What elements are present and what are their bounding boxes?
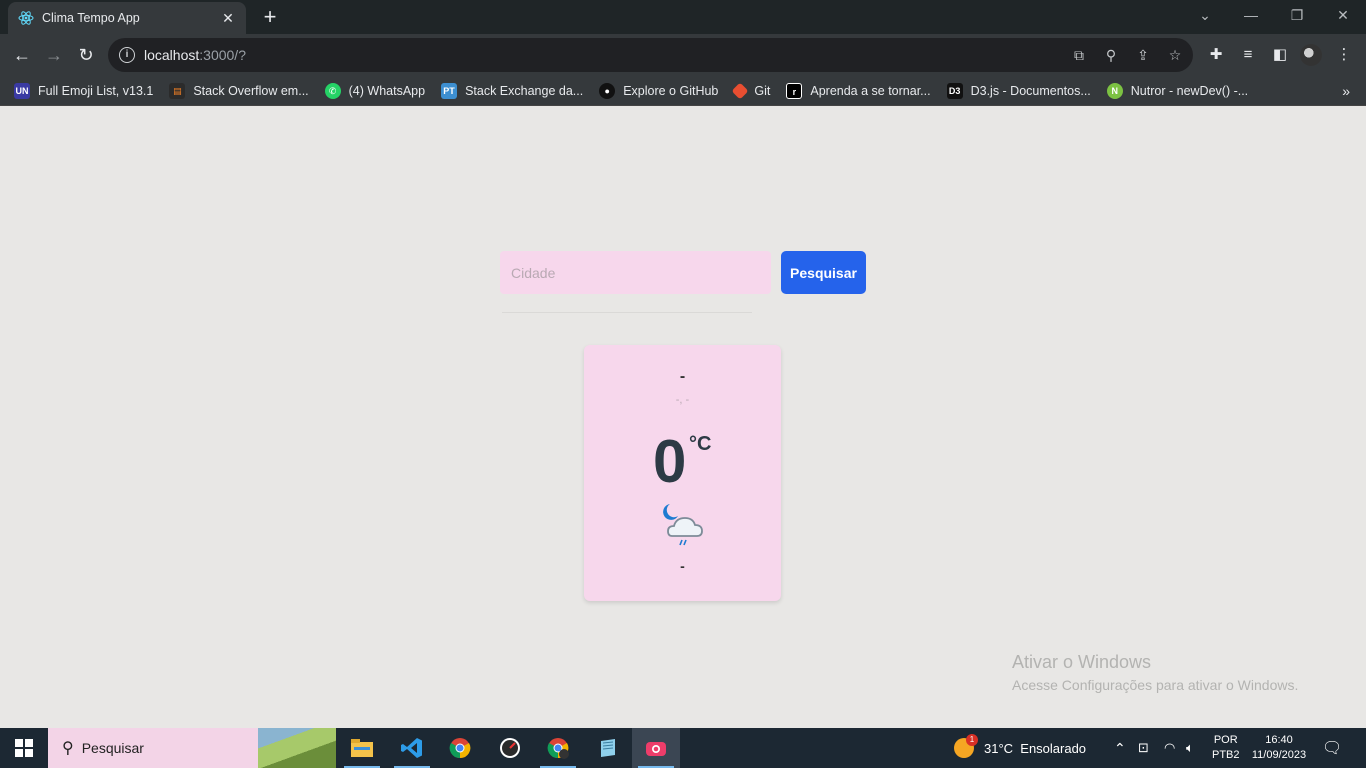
bookmark-item[interactable]: ✆ (4) WhatsApp: [324, 82, 425, 99]
weather-text: 31°C Ensolarado: [984, 740, 1087, 756]
network-monitor-icon[interactable]: ⊡: [1138, 728, 1149, 768]
react-icon: [18, 10, 34, 26]
tab-strip: Clima Tempo App ✕ + ⌄ — ❐ ✕: [0, 0, 1366, 34]
bookmarks-bar: UN Full Emoji List, v13.1 ▤ Stack Overflow…: [0, 76, 1366, 106]
back-icon[interactable]: ←: [10, 43, 34, 67]
temperature-value: 0: [653, 428, 687, 495]
tab-close-icon[interactable]: ✕: [220, 10, 236, 26]
weather-card: - -, - 0 °C -: [584, 345, 781, 601]
bookmark-item[interactable]: ▤ Stack Overflow em...: [169, 82, 309, 99]
windows-activation-title: Ativar o Windows: [1012, 652, 1152, 672]
clock-time: 16:40: [1265, 734, 1293, 746]
media-icon[interactable]: ≡: [1238, 45, 1258, 65]
notification-badge: 1: [966, 734, 978, 746]
taskbar-search-label: Pesquisar: [81, 740, 144, 756]
wifi-icon[interactable]: ◠: [1164, 728, 1175, 768]
weather-widget[interactable]: 1 31°C Ensolarado: [954, 728, 1086, 768]
tab-clima-tempo[interactable]: Clima Tempo App ✕: [8, 2, 246, 34]
tab-title: Clima Tempo App: [42, 11, 140, 25]
clock[interactable]: 16:40 11/09/2023: [1250, 728, 1308, 768]
bookmark-item[interactable]: Git: [731, 82, 770, 99]
search-highlight-illustration: [258, 728, 336, 768]
app-page: Pesquisar - -, - 0 °C - Ativar o Windows…: [0, 107, 1366, 728]
tab-search-icon[interactable]: ⌄: [1182, 0, 1228, 30]
reload-icon[interactable]: ↻: [74, 43, 98, 67]
bookmark-favicon-icon: UN: [14, 82, 30, 99]
sun-icon: 1: [954, 734, 978, 758]
temperature-unit: °C: [689, 433, 712, 455]
profile-avatar[interactable]: [1300, 44, 1322, 66]
menu-icon[interactable]: ⋮: [1334, 45, 1354, 65]
browser-toolbar: ← → ↻ i localhost:3000/? ⧉ ⚲ ⇪ ☆ ✚ ≡ ◧ ⋮: [0, 34, 1366, 76]
forward-icon[interactable]: →: [42, 43, 66, 67]
speedometer-app-icon[interactable]: [486, 728, 534, 768]
city-name: -: [679, 368, 686, 385]
bookmark-item[interactable]: PT Stack Exchange da...: [441, 82, 583, 99]
search-button[interactable]: Pesquisar: [781, 251, 866, 294]
site-info-icon[interactable]: i: [119, 47, 135, 63]
weather-description: -: [680, 558, 685, 574]
nutror-icon: N: [1106, 82, 1123, 99]
bookmark-item[interactable]: r Aprenda a se tornar...: [786, 82, 931, 99]
temperature-display: 0 °C: [584, 427, 781, 497]
extensions-icon[interactable]: ✚: [1206, 45, 1226, 65]
address-bar[interactable]: i localhost:3000/? ⧉ ⚲ ⇪ ☆: [108, 38, 1193, 72]
restore-button[interactable]: ❐: [1274, 0, 1320, 30]
github-icon: ●: [599, 82, 616, 99]
close-window-button[interactable]: ✕: [1320, 0, 1366, 30]
git-icon: [731, 82, 749, 99]
camera-app-icon[interactable]: [632, 728, 680, 768]
new-tab-button[interactable]: +: [258, 5, 282, 29]
more-bookmarks-icon[interactable]: »: [1342, 83, 1350, 99]
bookmark-star-icon[interactable]: ☆: [1166, 46, 1184, 64]
chrome-icon[interactable]: [436, 728, 484, 768]
notes-app-icon[interactable]: [584, 728, 632, 768]
side-panel-icon[interactable]: ◧: [1270, 45, 1290, 65]
whatsapp-icon: ✆: [324, 82, 341, 99]
notifications-icon[interactable]: 🗨︎: [1322, 728, 1342, 768]
bookmark-item[interactable]: D3 D3.js - Documentos...: [946, 82, 1091, 99]
clock-date: 11/09/2023: [1251, 749, 1307, 761]
minimize-button[interactable]: —: [1228, 0, 1274, 30]
rocketseat-icon: r: [786, 82, 803, 99]
night-rain-weather-icon: [658, 500, 712, 554]
language-indicator[interactable]: POR PTB2: [1212, 728, 1240, 768]
vscode-icon[interactable]: [388, 728, 436, 768]
windows-activation-subtitle: Acesse Configurações para ativar o Windo…: [1012, 677, 1299, 693]
chrome-profile-icon[interactable]: [534, 728, 582, 768]
search-icon: ⚲: [62, 740, 74, 757]
divider: [502, 312, 752, 313]
taskbar-search-box[interactable]: ⚲ Pesquisar: [48, 728, 336, 768]
bookmark-item[interactable]: N Nutror - newDev() -...: [1106, 82, 1248, 99]
chevron-up-icon[interactable]: ⌃: [1114, 728, 1126, 768]
zoom-icon[interactable]: ⚲: [1102, 46, 1120, 64]
file-explorer-icon[interactable]: [338, 728, 386, 768]
bookmark-item[interactable]: UN Full Emoji List, v13.1: [14, 82, 153, 99]
bookmark-item[interactable]: ● Explore o GitHub: [599, 82, 718, 99]
d3-icon: D3: [946, 82, 963, 99]
stackexchange-icon: PT: [441, 82, 458, 99]
share-icon[interactable]: ⇪: [1134, 46, 1152, 64]
city-coordinates: -, -: [675, 394, 690, 406]
url-text[interactable]: localhost:3000/?: [144, 47, 246, 63]
stackoverflow-icon: ▤: [169, 82, 186, 99]
translate-icon[interactable]: ⧉: [1070, 46, 1088, 64]
windows-start-icon[interactable]: [0, 728, 48, 768]
volume-icon[interactable]: 🔈︎: [1186, 728, 1194, 768]
taskbar: ⚲ Pesquisar 1 31°C Ensolarado ⌃ ⊡ ◠ 🔈︎ P…: [0, 728, 1366, 768]
city-search-input[interactable]: [500, 251, 771, 294]
